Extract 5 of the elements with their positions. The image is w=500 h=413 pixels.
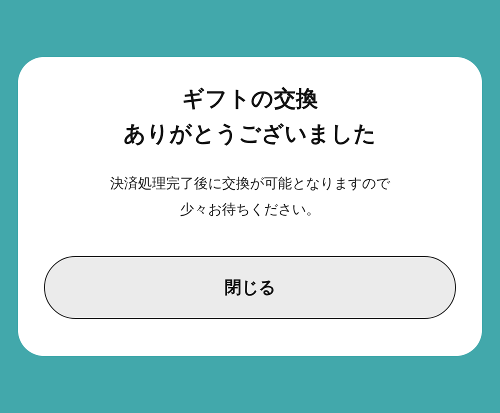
dialog-message: 少々お待ちください。 [180,201,320,220]
dialog-message: 決済処理完了後に交換が可能となりますので [110,175,390,194]
close-button[interactable]: 閉じる [44,256,456,319]
dialog-title: ありがとうございました [124,122,376,148]
dialog-title: ギフトの交換 [182,87,318,113]
